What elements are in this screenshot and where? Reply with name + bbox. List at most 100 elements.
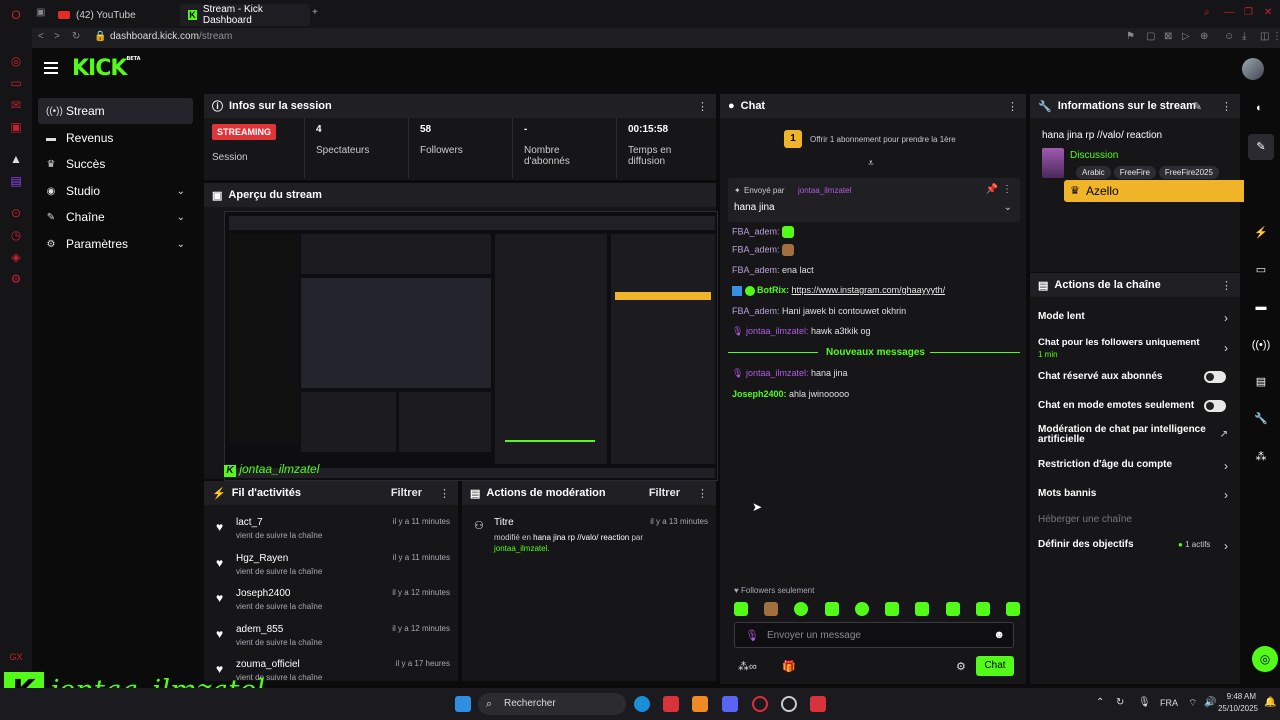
emote-icon[interactable]: [945, 602, 960, 616]
edit-tool-button[interactable]: ✎: [1248, 134, 1274, 160]
sidebar-item-stream[interactable]: ((•)) Stream: [38, 98, 193, 124]
emote-icon[interactable]: [975, 602, 990, 616]
bolt-tool-button[interactable]: ⚡: [1248, 220, 1274, 246]
sidebar-item-studio[interactable]: ◉ Studio ⌄: [38, 178, 193, 204]
stream-preview-video[interactable]: [224, 211, 718, 481]
edit-icon[interactable]: ✎: [1193, 100, 1202, 113]
apps-tool-button[interactable]: ⁂: [1248, 444, 1274, 470]
chat-username[interactable]: Joseph2400:: [732, 389, 787, 399]
sidebar-item-chaine[interactable]: ✎ Chaîne ⌄: [38, 204, 193, 230]
profile-icon[interactable]: ☺: [1224, 31, 1234, 42]
extension-icon[interactable]: ⊕: [1200, 31, 1208, 42]
follower-name[interactable]: lact_7: [236, 517, 263, 528]
search-icon[interactable]: ⌕: [1204, 7, 1210, 18]
language-indicator[interactable]: FRA: [1160, 698, 1178, 708]
pin-icon[interactable]: 📌: [986, 184, 998, 195]
chat-username[interactable]: FBA_adem:: [732, 306, 780, 316]
theme-icon[interactable]: ◐: [1256, 102, 1263, 114]
subs-only-toggle[interactable]: [1204, 371, 1226, 383]
emote-only-toggle[interactable]: [1204, 400, 1226, 412]
gift-prompt[interactable]: Offrir 1 abonnement pour prendre la 1ère: [810, 135, 956, 144]
chat-tool-button[interactable]: ▬: [1248, 294, 1274, 320]
taskbar-search[interactable]: ⌕ Rechercher: [478, 693, 626, 715]
more-options-icon[interactable]: ⋮: [1221, 279, 1232, 292]
tray-chevron-icon[interactable]: ⌃: [1096, 697, 1104, 708]
kick-logo[interactable]: KICKBETA: [72, 56, 141, 81]
tray-app-icon[interactable]: ↻: [1116, 697, 1124, 708]
settings-icon[interactable]: ⚙: [9, 272, 23, 286]
more-options-icon[interactable]: ⋮: [697, 487, 708, 500]
ai-moderation-item[interactable]: Modération de chat par intelligence arti…: [1030, 425, 1240, 449]
player-icon[interactable]: ▷: [1182, 31, 1190, 42]
discord-icon[interactable]: [722, 696, 738, 712]
chat-username[interactable]: BotRix:: [757, 285, 789, 295]
filter-button[interactable]: Filtrer: [391, 487, 422, 499]
emoji-icon[interactable]: ☻: [993, 629, 1005, 641]
gear-icon[interactable]: ⚙: [956, 660, 966, 673]
emote-icon[interactable]: [854, 602, 869, 616]
emote-icon[interactable]: [885, 602, 900, 616]
list-tool-button[interactable]: ▤: [1248, 369, 1274, 395]
download-icon[interactable]: ⤓: [1242, 31, 1246, 42]
more-options-icon[interactable]: ⋮: [439, 487, 450, 500]
sidebar-item-parametres[interactable]: ⚙ Paramètres ⌄: [38, 231, 193, 257]
menu-icon[interactable]: ⋮: [1272, 31, 1280, 42]
tools-icon[interactable]: ⁂∞: [738, 660, 757, 673]
history-icon[interactable]: ◷: [9, 228, 23, 242]
chat-username[interactable]: jontaa_ilmzatel:: [746, 368, 809, 378]
bookmark-icon[interactable]: ⚑: [1126, 31, 1135, 42]
sidebar-app-icon[interactable]: ◈: [9, 250, 23, 264]
collapse-icon[interactable]: ⩡: [868, 158, 874, 169]
banned-words-item[interactable]: Mots bannis ›: [1030, 488, 1240, 504]
back-button[interactable]: <: [38, 31, 44, 42]
minimize-button[interactable]: —: [1224, 7, 1234, 18]
notes-tool-button[interactable]: ▭: [1248, 257, 1274, 283]
tag[interactable]: Arabic: [1076, 166, 1111, 179]
category-link[interactable]: Discussion: [1070, 150, 1118, 161]
sidebar-app-icon[interactable]: ▭: [9, 76, 23, 90]
opera-logo-icon[interactable]: O: [9, 8, 23, 22]
twitch-icon[interactable]: ▤: [9, 174, 23, 188]
gift-icon[interactable]: 🎁: [782, 660, 796, 673]
more-options-icon[interactable]: ⋮: [1002, 184, 1012, 195]
sidebar-item-succes[interactable]: ♛ Succès: [38, 151, 193, 177]
hamburger-menu-icon[interactable]: [44, 62, 58, 74]
clock-time[interactable]: 9:48 AM: [1220, 692, 1256, 701]
wifi-icon[interactable]: ⌔: [1188, 697, 1197, 710]
extension-icon[interactable]: ⊠: [1164, 31, 1172, 42]
slow-mode-item[interactable]: Mode lent ›: [1030, 311, 1240, 331]
send-chat-button[interactable]: Chat: [976, 656, 1014, 676]
sidebar-app-icon[interactable]: ⊙: [9, 206, 23, 220]
sidebar-item-revenus[interactable]: ▬ Revenus: [38, 125, 193, 151]
pinned-user[interactable]: jontaa_ilmzatel: [798, 186, 851, 195]
app-icon[interactable]: [663, 696, 679, 712]
close-button[interactable]: ✕: [1264, 7, 1272, 18]
more-options-icon[interactable]: ⋮: [1221, 100, 1232, 113]
maximize-button[interactable]: ❐: [1244, 7, 1253, 18]
filter-button[interactable]: Filtrer: [649, 487, 680, 499]
follower-name[interactable]: Joseph2400: [236, 588, 291, 599]
emote-icon[interactable]: [1005, 602, 1020, 616]
notification-icon[interactable]: 🔔: [1264, 697, 1276, 708]
app-icon[interactable]: [810, 696, 826, 712]
follower-name[interactable]: zouma_officiel: [236, 659, 300, 670]
url-field[interactable]: dashboard.kick.com/stream: [110, 31, 232, 42]
broadcast-tool-button[interactable]: ((•)): [1248, 332, 1274, 358]
sidebar-app-icon[interactable]: ▣: [9, 120, 23, 134]
wrench-tool-button[interactable]: 🔧: [1248, 406, 1274, 432]
chevron-down-icon[interactable]: ⌄: [1004, 202, 1012, 213]
chat-username[interactable]: FBA_adem:: [732, 226, 780, 236]
app-icon[interactable]: [692, 696, 708, 712]
gx-icon[interactable]: GX: [9, 650, 23, 664]
sidebar-app-icon[interactable]: ▲: [9, 152, 23, 166]
follower-name[interactable]: adem_855: [236, 624, 283, 635]
emote-icon[interactable]: [824, 602, 839, 616]
clock-date[interactable]: 25/10/2025: [1212, 704, 1258, 713]
snapshot-icon[interactable]: ◫: [1260, 31, 1269, 42]
more-options-icon[interactable]: ⋮: [1007, 100, 1018, 113]
more-options-icon[interactable]: ⋮: [697, 100, 708, 113]
category-thumbnail[interactable]: [1042, 148, 1064, 178]
chat-username[interactable]: FBA_adem:: [732, 265, 780, 275]
chat-input[interactable]: 🎙 Envoyer un message ☻: [734, 622, 1014, 648]
top-supporter-banner[interactable]: ♛ Azello 10: [1064, 180, 1272, 202]
